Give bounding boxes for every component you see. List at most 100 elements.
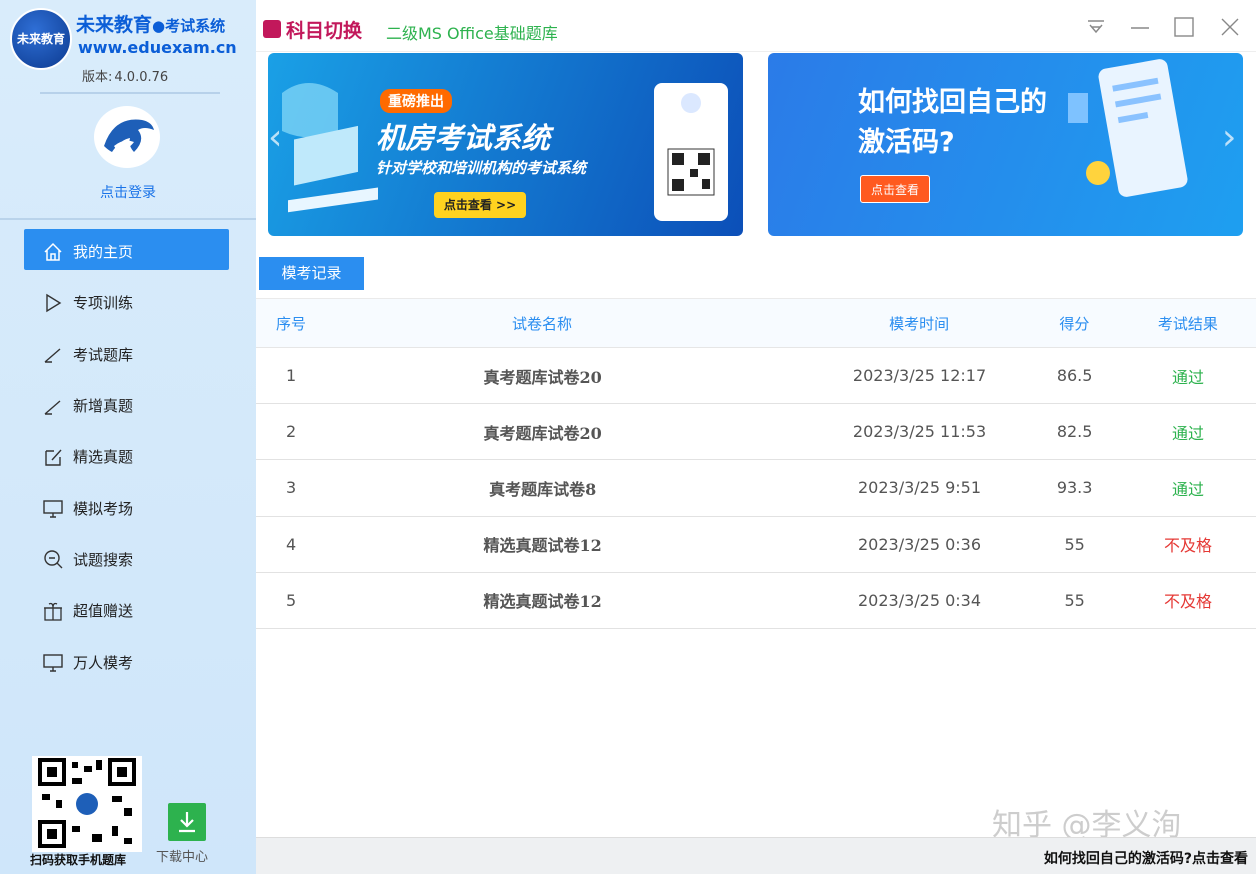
dolphin-icon [104, 119, 154, 152]
play-icon [42, 292, 64, 314]
sidebar-item-label: 万人模考 [73, 653, 134, 672]
column-header-result: 考试结果 [1157, 314, 1218, 333]
table-row[interactable]: 1 真考题库试卷20 2023/3/25 12:17 86.5 通过 [256, 348, 1256, 405]
column-header-score: 得分 [1059, 314, 1090, 333]
table-row[interactable]: 3 真考题库试卷8 2023/3/25 9:51 93.3 通过 [256, 460, 1256, 517]
row-score: 82.5 [1056, 422, 1093, 442]
banner-title: 机房考试系统 [376, 121, 551, 155]
activation-code-link[interactable]: 如何找回自己的激活码?点击查看 [1044, 848, 1248, 868]
divider [40, 92, 220, 94]
qr-code [32, 756, 142, 852]
sidebar-nav: 我的主页 专项训练 考试题库 新增真题 精选真题 模拟考场 试题搜索 超值赠送 … [0, 226, 256, 688]
carousel-next-icon[interactable]: › [1222, 117, 1236, 158]
download-icon [179, 812, 195, 833]
table-row[interactable]: 5 精选真题试卷12 2023/3/25 0:34 55 不及格 [256, 573, 1256, 629]
main-panel: 科目切换 二级MS Office基础题库 重磅推出 机房考试系统 针对学校和培训… [256, 0, 1256, 874]
monitor-icon [42, 497, 64, 519]
brand-name: 未来教育●考试系统 [76, 10, 225, 37]
edit-box-icon [42, 446, 64, 468]
sidebar-item-mock-exam[interactable]: 模拟考场 [0, 482, 256, 533]
maximize-button[interactable] [1172, 15, 1196, 39]
subject-switch-button[interactable]: 科目切换 [286, 16, 362, 43]
minimize-icon [1131, 27, 1149, 29]
brand-logo: 未来教育 [10, 8, 72, 70]
records-table: 序号 试卷名称 模考时间 得分 考试结果 1 真考题库试卷20 2023/3/2… [256, 298, 1256, 629]
sidebar-item-selected-questions[interactable]: 精选真题 [0, 431, 256, 482]
sidebar-item-label: 模拟考场 [73, 499, 134, 518]
version-info: 版本: 4.0.0.76 [80, 66, 168, 85]
row-result: 不及格 [1163, 536, 1212, 556]
sidebar-item-label: 超值赠送 [73, 602, 134, 621]
row-no: 3 [286, 478, 297, 498]
table-header: 序号 试卷名称 模考时间 得分 考试结果 [256, 298, 1256, 348]
download-center-label[interactable]: 下载中心 [156, 846, 208, 865]
maximize-icon [1174, 17, 1194, 37]
banner-exam-system[interactable]: 重磅推出 机房考试系统 针对学校和培训机构的考试系统 点击查看 >> ‹ [268, 53, 743, 236]
row-no: 5 [286, 590, 297, 610]
sidebar-item-label: 新增真题 [73, 397, 134, 416]
phone-illustration-icon [1068, 59, 1188, 197]
banner-title: 如何找回自己的 激活码? [858, 83, 1047, 163]
carousel-prev-icon[interactable]: ‹ [268, 117, 282, 158]
row-result: 通过 [1171, 367, 1204, 387]
brand-sub: ●考试系统 [152, 17, 226, 35]
column-header-no: 序号 [276, 314, 307, 333]
banner-qr-card [654, 83, 728, 221]
close-button[interactable] [1218, 15, 1242, 39]
status-bar: 如何找回自己的激活码?点击查看 [256, 837, 1256, 874]
version-number: 4.0.0.76 [114, 70, 169, 85]
pen-icon [42, 343, 64, 365]
search-icon [42, 548, 64, 570]
row-no: 2 [286, 422, 297, 442]
sidebar-item-label: 考试题库 [73, 345, 134, 364]
sidebar-item-search[interactable]: 试题搜索 [0, 534, 256, 585]
avatar[interactable] [94, 106, 160, 168]
row-score: 86.5 [1056, 366, 1093, 386]
row-time: 2023/3/25 9:51 [857, 478, 982, 498]
sidebar-item-new-questions[interactable]: 新增真题 [0, 380, 256, 431]
row-score: 55 [1064, 590, 1085, 610]
row-time: 2023/3/25 11:53 [852, 422, 987, 442]
banner-view-button[interactable]: 点击查看 >> [434, 192, 526, 218]
monitor-icon [42, 651, 64, 673]
banner-title-line2: 激活码? [858, 127, 955, 158]
row-no: 4 [286, 534, 297, 554]
row-name: 真考题库试卷20 [483, 367, 602, 387]
sidebar-item-gift[interactable]: 超值赠送 [0, 585, 256, 636]
table-row[interactable]: 4 精选真题试卷12 2023/3/25 0:36 55 不及格 [256, 517, 1256, 573]
row-name: 精选真题试卷12 [483, 592, 602, 612]
brand: 未来教育 未来教育●考试系统 www.eduexam.cn 版本: 4.0.0.7… [8, 6, 253, 90]
sidebar-item-label: 我的主页 [73, 243, 134, 262]
row-time: 2023/3/25 12:17 [852, 366, 987, 386]
row-result: 不及格 [1163, 592, 1212, 612]
login-link[interactable]: 点击登录 [0, 182, 256, 202]
title-bar: 科目切换 二级MS Office基础题库 [256, 0, 1256, 52]
row-name: 精选真题试卷12 [483, 536, 602, 556]
computer-illustration-icon [282, 83, 378, 213]
divider [0, 218, 256, 220]
row-result: 通过 [1171, 479, 1204, 499]
minimize-button[interactable] [1128, 15, 1152, 39]
gift-icon [42, 600, 64, 622]
banner-subtitle: 针对学校和培训机构的考试系统 [376, 159, 587, 177]
row-no: 1 [286, 366, 297, 386]
qr-label: 扫码获取手机题库 [30, 853, 127, 867]
home-icon [42, 241, 64, 263]
banner-view-button[interactable]: 点击查看 [860, 175, 930, 203]
tab-mock-records[interactable]: 模考记录 [259, 257, 364, 290]
row-time: 2023/3/25 0:36 [857, 534, 982, 554]
row-name: 真考题库试卷8 [489, 479, 597, 499]
sidebar-item-home[interactable]: 我的主页 [0, 226, 256, 277]
sidebar-item-mass-mock[interactable]: 万人模考 [0, 636, 256, 687]
sidebar-item-exam-bank[interactable]: 考试题库 [0, 329, 256, 380]
download-center-button[interactable] [168, 803, 206, 841]
dropdown-menu-button[interactable] [1084, 15, 1108, 39]
brand-name-text: 未来教育 [76, 14, 153, 36]
table-row[interactable]: 2 真考题库试卷20 2023/3/25 11:53 82.5 通过 [256, 404, 1256, 461]
banner-activation-code[interactable]: 如何找回自己的 激活码? 点击查看 › [768, 53, 1243, 236]
qr-code-icon [38, 758, 136, 848]
switch-icon[interactable] [263, 20, 281, 38]
sidebar-item-special-training[interactable]: 专项训练 [0, 277, 256, 328]
close-icon [1221, 18, 1239, 36]
menu-dropdown-icon [1088, 20, 1104, 34]
